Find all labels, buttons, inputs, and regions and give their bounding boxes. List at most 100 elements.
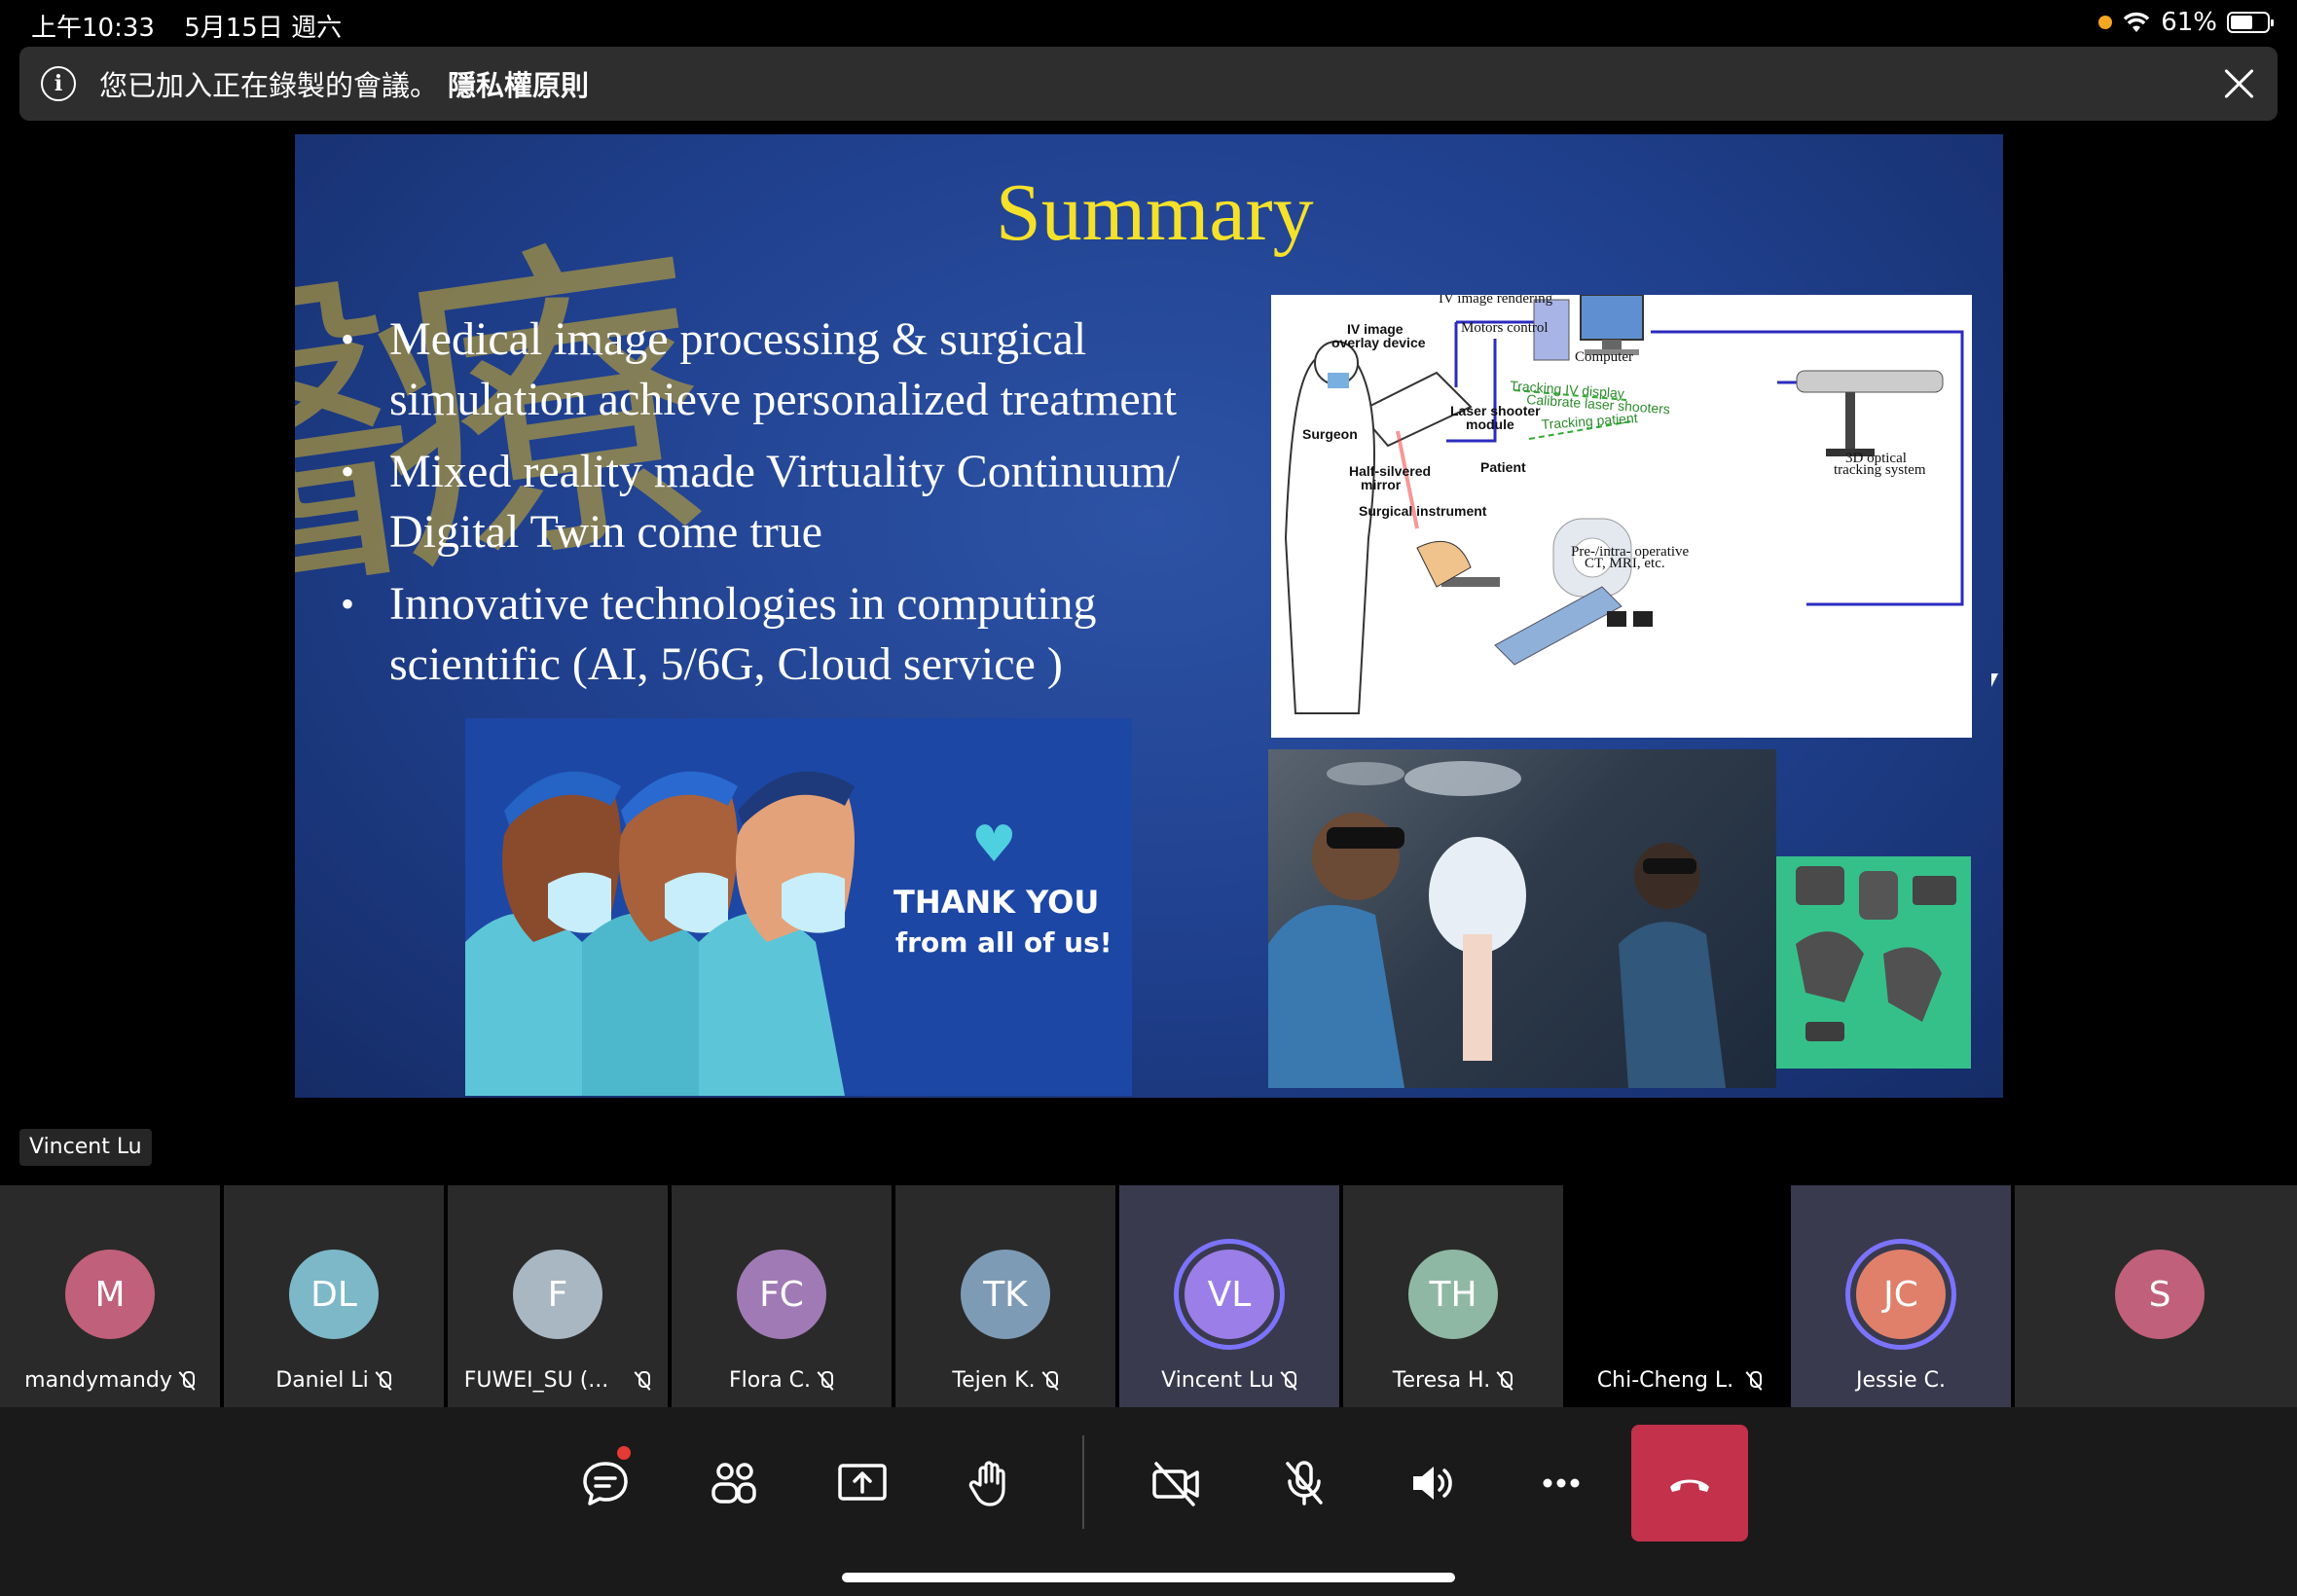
mic-muted-icon xyxy=(817,1370,834,1391)
diagram-label: Surgical instrument xyxy=(1359,503,1487,519)
participant-name-row: FUWEI_SU (... xyxy=(448,1368,668,1393)
participant-tile-video[interactable]: Chi-Cheng L. xyxy=(1567,1185,1787,1407)
mic-muted-icon xyxy=(1745,1370,1763,1391)
mic-muted-icon xyxy=(1496,1370,1513,1391)
speaker-icon xyxy=(1413,1467,1452,1500)
participant-name: Flora C. xyxy=(728,1368,812,1393)
battery-level xyxy=(2231,16,2252,29)
participant-name: Teresa H. xyxy=(1392,1368,1491,1393)
raise-hand-button[interactable] xyxy=(932,1425,1049,1542)
participant-tile[interactable]: DL Daniel Li xyxy=(224,1185,444,1407)
speaker-button[interactable] xyxy=(1374,1425,1491,1542)
avatar: M xyxy=(65,1250,155,1339)
slide-bullet: Medical image processing & surgical simu… xyxy=(339,309,1215,430)
status-indicators: 61% xyxy=(2098,8,2274,37)
participant-tile[interactable]: TH Teresa H. xyxy=(1343,1185,1563,1407)
participants-button[interactable] xyxy=(675,1425,792,1542)
diagram-label: Patient xyxy=(1480,459,1526,475)
diagram-label: Motors control xyxy=(1461,320,1549,336)
avatar: TH xyxy=(1408,1250,1498,1339)
participant-name-row: Chi-Cheng L. xyxy=(1567,1368,1787,1393)
participant-tile[interactable]: S xyxy=(2015,1185,2297,1407)
mic-muted-icon xyxy=(178,1370,196,1391)
mic-muted-icon xyxy=(375,1370,392,1391)
participant-name: mandymandy xyxy=(24,1368,172,1393)
mic-muted-icon xyxy=(634,1370,651,1391)
participant-name-row: Flora C. xyxy=(672,1368,892,1393)
chat-badge-icon xyxy=(617,1446,631,1460)
battery-percent: 61% xyxy=(2161,8,2217,37)
participant-tile-speaking[interactable]: JC Jessie C. xyxy=(1791,1185,2011,1407)
mic-off-icon xyxy=(1286,1461,1323,1505)
more-icon xyxy=(1543,1478,1580,1488)
mouse-pointer-icon xyxy=(1991,673,1998,687)
diagram-label: Computer xyxy=(1575,349,1633,365)
iv-system-diagram: IV image rendering Motors control IV ima… xyxy=(1271,291,1972,738)
3d-printed-models-photo xyxy=(1776,856,1971,1069)
slide-bullets: Medical image processing & surgical simu… xyxy=(339,309,1215,707)
diagram-label: overlay device xyxy=(1331,335,1426,350)
participant-name: Chi-Cheng L. xyxy=(1590,1368,1740,1393)
participant-name: Vincent Lu xyxy=(1161,1368,1274,1393)
privacy-policy-link[interactable]: 隱私權原則 xyxy=(448,63,589,104)
diagram-label: tracking system xyxy=(1834,462,1926,478)
shared-screen: 醫療 Summary Medical image processing & su… xyxy=(295,134,2003,1098)
wifi-icon xyxy=(2123,12,2150,32)
camera-toggle-button[interactable] xyxy=(1117,1425,1234,1542)
participant-name: Jessie C. xyxy=(1856,1368,1946,1393)
participant-name: Tejen K. xyxy=(952,1368,1036,1393)
participant-name-row: Teresa H. xyxy=(1343,1368,1563,1393)
recording-dot-icon xyxy=(2098,16,2113,29)
participant-tile[interactable]: TK Tejen K. xyxy=(895,1185,1115,1407)
close-banner-button[interactable] xyxy=(2219,64,2258,103)
mic-toggle-button[interactable] xyxy=(1246,1425,1363,1542)
home-indicator[interactable] xyxy=(842,1573,1455,1582)
diagram-label: Tracking patient xyxy=(1541,410,1638,432)
banner-message: 您已加入正在錄製的會議。 xyxy=(99,69,439,102)
diagram-label: CT, MRI, etc. xyxy=(1585,556,1665,571)
participant-name-row: Daniel Li xyxy=(224,1368,444,1393)
avatar: TK xyxy=(961,1250,1050,1339)
mixed-reality-photo xyxy=(1268,749,1776,1088)
participant-tile[interactable]: FC Flora C. xyxy=(672,1185,892,1407)
info-icon: i xyxy=(41,66,76,101)
thank-you-subtitle: from all of us! xyxy=(895,926,1112,959)
participant-name-row: Vincent Lu xyxy=(1119,1368,1339,1393)
slide-bullet: Mixed reality made Virtuality Continuum/… xyxy=(339,442,1215,562)
share-tray-icon xyxy=(838,1464,887,1501)
battery-icon xyxy=(2227,12,2274,33)
participant-tile-speaking[interactable]: VL Vincent Lu xyxy=(1119,1185,1339,1407)
leave-call-button[interactable] xyxy=(1631,1425,1748,1542)
avatar: DL xyxy=(289,1250,379,1339)
status-time: 上午10:33 xyxy=(31,14,155,43)
recording-banner: i 您已加入正在錄製的會議。 隱私權原則 xyxy=(19,47,2278,121)
heart-icon: ♥ xyxy=(971,816,1017,874)
active-speaker-tag: Vincent Lu xyxy=(19,1129,152,1166)
diagram-label: Surgeon xyxy=(1302,426,1358,442)
share-screen-button[interactable] xyxy=(804,1425,921,1542)
raise-hand-icon xyxy=(968,1461,1005,1506)
slide-bullet: Innovative technologies in computing sci… xyxy=(339,574,1215,695)
status-bar: 上午10:33 5月15日 週六 61% xyxy=(0,0,2297,45)
participant-name-row: Jessie C. xyxy=(1791,1368,2011,1393)
mic-muted-icon xyxy=(1280,1370,1297,1391)
avatar: JC xyxy=(1856,1250,1946,1339)
participant-name-row: Tejen K. xyxy=(895,1368,1115,1393)
toolbar-divider xyxy=(1082,1435,1084,1529)
mic-muted-icon xyxy=(1041,1370,1059,1391)
thank-you-title: THANK YOU xyxy=(893,884,1100,921)
chat-button[interactable] xyxy=(547,1425,664,1542)
more-options-button[interactable] xyxy=(1503,1425,1620,1542)
status-time-date: 上午10:33 5月15日 週六 xyxy=(31,8,342,44)
participant-tile[interactable]: F FUWEI_SU (... xyxy=(448,1185,668,1407)
avatar: F xyxy=(513,1250,602,1339)
participant-tile[interactable]: M mandymandy xyxy=(0,1185,220,1407)
diagram-label: mirror xyxy=(1361,477,1402,492)
status-date: 5月15日 週六 xyxy=(184,14,343,43)
diagram-label: IV image rendering xyxy=(1439,295,1553,307)
camera-off-icon xyxy=(1152,1462,1199,1506)
slide-title: Summary xyxy=(996,167,1314,258)
thank-you-image: ♥ THANK YOU from all of us! xyxy=(465,718,1132,1096)
avatar: S xyxy=(2115,1250,2205,1339)
participant-name: FUWEI_SU (... xyxy=(463,1368,609,1393)
